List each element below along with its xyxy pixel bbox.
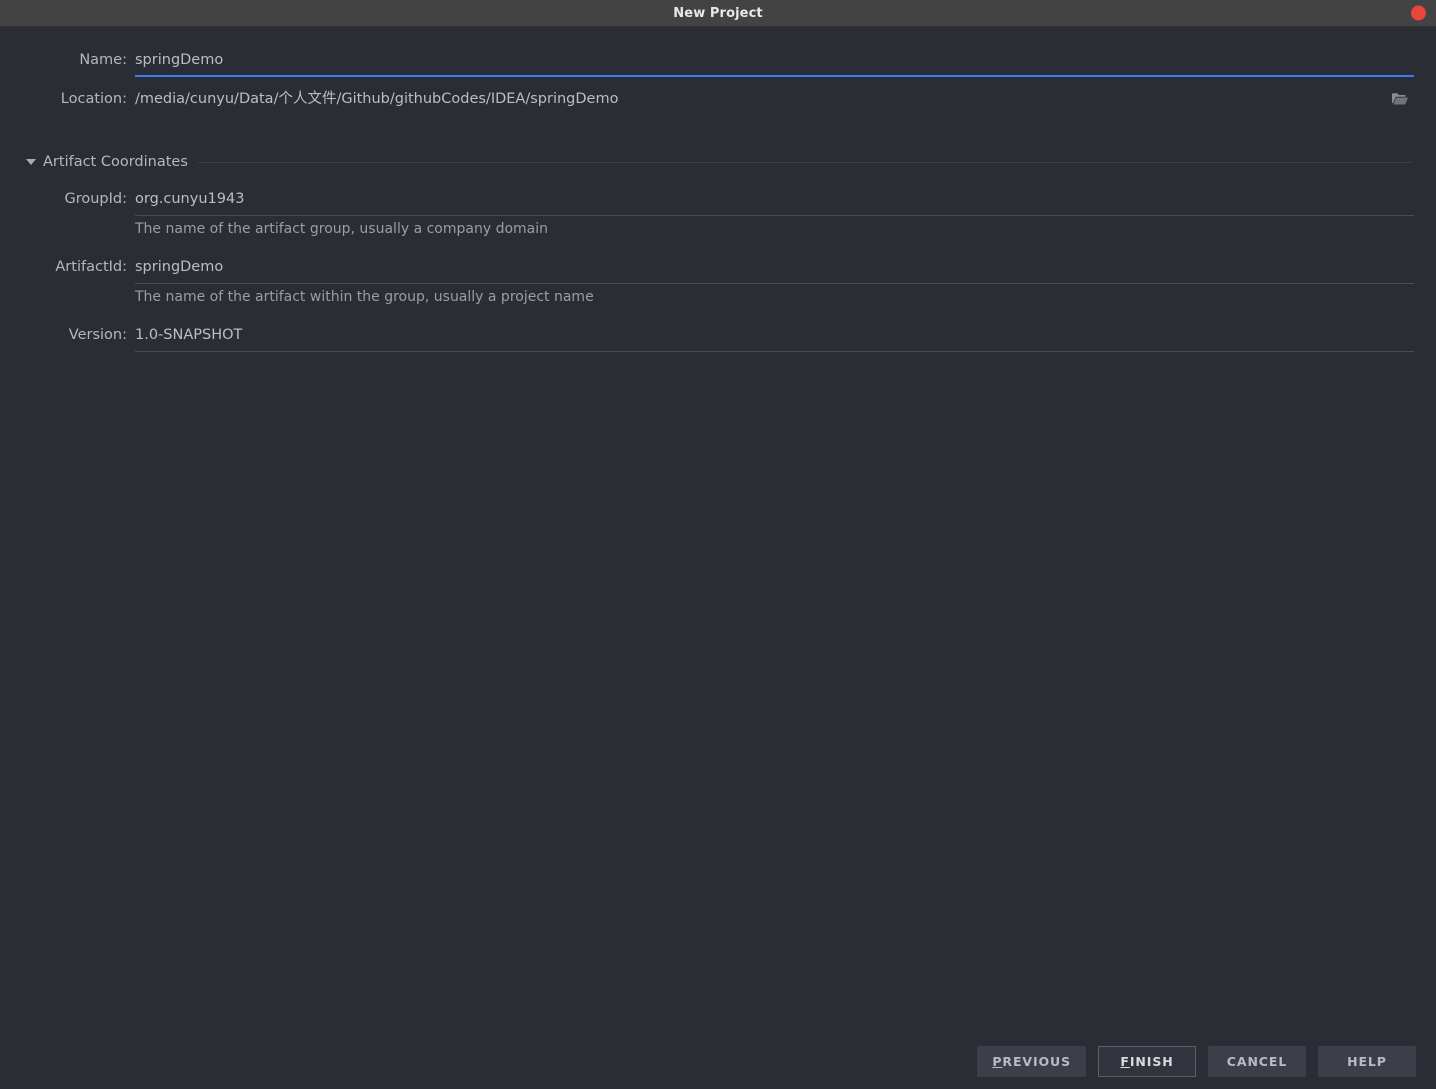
artifactid-label: ArtifactId: (0, 259, 135, 275)
finish-button-label: INISH (1130, 1054, 1174, 1069)
version-input[interactable]: 1.0-SNAPSHOT (135, 325, 1414, 345)
artifactid-hint: The name of the artifact within the grou… (135, 289, 594, 305)
folder-open-icon[interactable] (1390, 90, 1410, 108)
previous-button-mnemonic: P (992, 1054, 1002, 1069)
section-divider (198, 162, 1412, 163)
artifactid-input[interactable]: springDemo (135, 257, 1414, 277)
artifactid-field-row: ArtifactId: springDemo (0, 250, 1436, 284)
finish-button-mnemonic: F (1120, 1054, 1129, 1069)
groupid-label: GroupId: (0, 191, 135, 207)
help-button[interactable]: HELP (1318, 1046, 1416, 1077)
groupid-field-row: GroupId: org.cunyu1943 (0, 182, 1436, 216)
chevron-down-icon (26, 159, 36, 165)
artifactid-hint-row: The name of the artifact within the grou… (0, 286, 1436, 308)
version-input-wrap: 1.0-SNAPSHOT (135, 318, 1414, 352)
name-field-row: Name: springDemo (0, 43, 1436, 77)
artifact-coordinates-title: Artifact Coordinates (43, 154, 188, 170)
window-title: New Project (673, 6, 762, 21)
previous-button[interactable]: PREVIOUS (977, 1046, 1086, 1077)
artifact-coordinates-section-toggle[interactable]: Artifact Coordinates (26, 153, 1412, 171)
groupid-hint: The name of the artifact group, usually … (135, 221, 548, 237)
name-input[interactable]: springDemo (135, 50, 1414, 70)
location-input-wrap: /media/cunyu/Data/个人文件/Github/githubCode… (135, 82, 1414, 116)
name-label: Name: (0, 52, 135, 68)
artifactid-input-wrap: springDemo (135, 250, 1414, 284)
name-input-underline (135, 75, 1414, 77)
groupid-hint-row: The name of the artifact group, usually … (0, 218, 1436, 240)
artifactid-input-underline (135, 283, 1414, 284)
version-input-underline (135, 351, 1414, 352)
location-label: Location: (0, 91, 135, 107)
dialog-footer: PREVIOUS FINISH CANCEL HELP (977, 1046, 1416, 1077)
new-project-dialog: New Project Name: springDemo Location: /… (0, 0, 1436, 1089)
version-label: Version: (0, 327, 135, 343)
help-button-label: HELP (1347, 1054, 1387, 1069)
groupid-input-wrap: org.cunyu1943 (135, 182, 1414, 216)
cancel-button-label: CANCEL (1227, 1054, 1287, 1069)
previous-button-label: REVIOUS (1002, 1054, 1071, 1069)
close-icon[interactable] (1411, 6, 1426, 21)
location-input[interactable]: /media/cunyu/Data/个人文件/Github/githubCode… (135, 89, 1414, 109)
titlebar: New Project (0, 0, 1436, 27)
groupid-input[interactable]: org.cunyu1943 (135, 189, 1414, 209)
location-field-row: Location: /media/cunyu/Data/个人文件/Github/… (0, 82, 1436, 116)
name-input-wrap: springDemo (135, 43, 1414, 77)
version-field-row: Version: 1.0-SNAPSHOT (0, 318, 1436, 352)
finish-button[interactable]: FINISH (1098, 1046, 1196, 1077)
groupid-input-underline (135, 215, 1414, 216)
cancel-button[interactable]: CANCEL (1208, 1046, 1306, 1077)
dialog-content: Name: springDemo Location: /media/cunyu/… (0, 27, 1436, 1089)
